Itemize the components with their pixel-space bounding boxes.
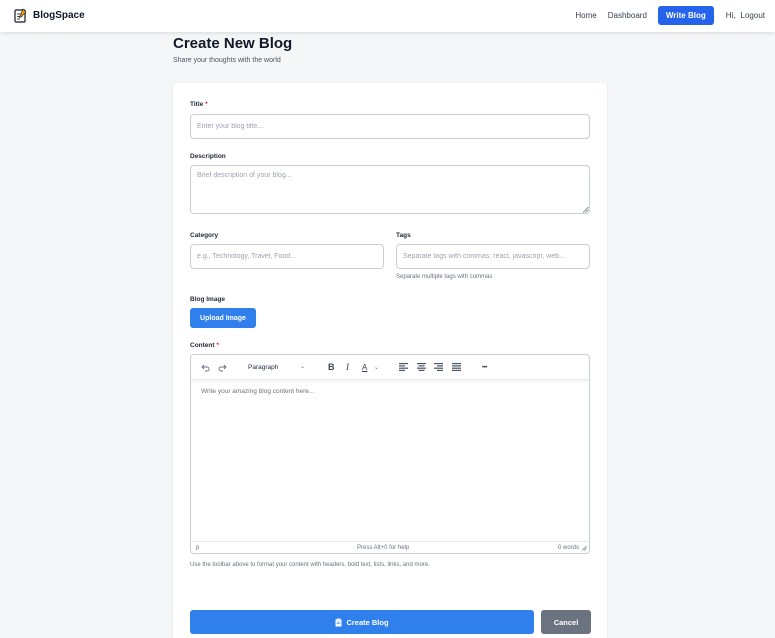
word-count[interactable]: 0 words	[558, 545, 579, 551]
tags-help-text: Separate multiple tags with commas	[396, 274, 493, 280]
brand-name: BlogSpace	[33, 10, 85, 21]
element-path[interactable]: p	[196, 545, 199, 551]
help-hint: Press Alt+0 for help	[357, 545, 410, 551]
cancel-button[interactable]: Cancel	[541, 610, 591, 634]
content-help-text: Use the toolbar above to format your con…	[190, 562, 430, 568]
greeting-text: Hi,	[725, 11, 736, 20]
page-subtitle: Share your thoughts with the world	[173, 57, 281, 64]
bold-button[interactable]: B	[328, 362, 335, 373]
description-textarea[interactable]	[190, 165, 590, 214]
create-blog-label: Create Blog	[346, 617, 389, 627]
memo-icon	[14, 8, 27, 23]
nav-dashboard-link[interactable]: Dashboard	[608, 11, 647, 20]
italic-button[interactable]: I	[346, 362, 349, 373]
editor-statusbar: p Press Alt+0 for help 0 words	[191, 541, 589, 553]
align-right-icon[interactable]	[434, 363, 443, 371]
redo-icon[interactable]	[218, 363, 227, 372]
tags-label: Tags	[396, 232, 411, 239]
brand[interactable]: BlogSpace	[14, 8, 85, 23]
create-blog-form: Title * Description Category Tags Separa…	[173, 83, 607, 638]
logout-link[interactable]: Logout	[741, 11, 765, 20]
required-mark: *	[216, 342, 219, 349]
more-options-button[interactable]: •••	[482, 363, 487, 374]
block-format-value: Paragraph	[248, 364, 279, 371]
upload-image-button[interactable]: Upload Image	[190, 308, 256, 328]
tags-input[interactable]	[396, 244, 590, 269]
nav-links: Home Dashboard Write Blog Hi, Logout	[575, 6, 765, 25]
editor-resize-icon[interactable]	[581, 545, 587, 551]
content-label: Content *	[190, 342, 219, 349]
rich-text-editor: Paragraph ⌄ B I A ⌄ ••• Write your amazi…	[190, 354, 590, 554]
content-label-text: Content	[190, 342, 215, 349]
chevron-down-icon: ⌄	[299, 364, 305, 370]
title-label-text: Title	[190, 101, 204, 108]
editor-toolbar: Paragraph ⌄ B I A ⌄ •••	[191, 355, 589, 380]
resize-grip-icon[interactable]	[582, 206, 589, 213]
write-blog-button[interactable]: Write Blog	[657, 6, 714, 25]
top-navbar: BlogSpace Home Dashboard Write Blog Hi, …	[0, 0, 775, 32]
align-left-icon[interactable]	[399, 363, 408, 371]
text-color-chevron-icon[interactable]: ⌄	[374, 363, 379, 374]
description-label: Description	[190, 153, 226, 160]
category-label: Category	[190, 232, 219, 239]
clipboard-icon	[335, 617, 342, 626]
align-justify-icon[interactable]	[452, 363, 461, 371]
editor-content-area[interactable]: Write your amazing blog content here...	[201, 388, 314, 395]
undo-icon[interactable]	[201, 363, 210, 372]
nav-home-link[interactable]: Home	[575, 11, 596, 20]
page-title: Create New Blog	[173, 35, 293, 52]
category-input[interactable]	[190, 244, 384, 269]
required-mark: *	[205, 101, 208, 108]
title-label: Title *	[190, 101, 208, 108]
text-color-button[interactable]: A	[362, 362, 367, 373]
align-center-icon[interactable]	[417, 363, 426, 371]
block-format-select[interactable]: Paragraph ⌄	[243, 361, 309, 374]
create-blog-button[interactable]: Create Blog	[190, 610, 534, 634]
title-input[interactable]	[190, 114, 590, 139]
blog-image-label: Blog Image	[190, 296, 226, 303]
